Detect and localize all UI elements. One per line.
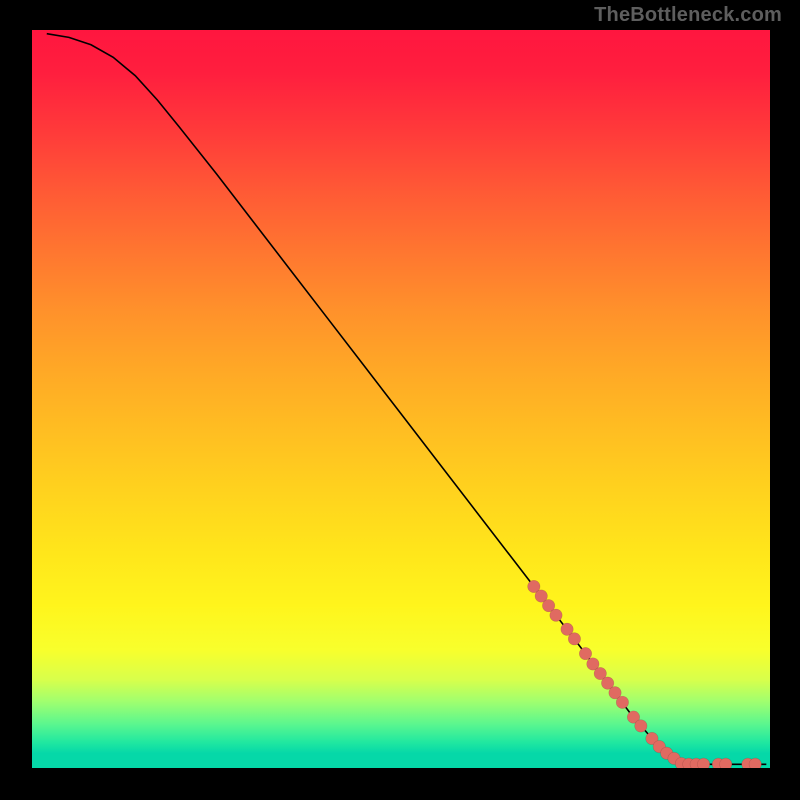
data-point [712, 758, 724, 768]
data-point [579, 647, 591, 659]
data-point [635, 720, 647, 732]
data-point [749, 758, 761, 768]
data-point [616, 696, 628, 708]
data-point [542, 599, 554, 611]
data-point [675, 757, 687, 768]
data-point [668, 752, 680, 764]
data-point [535, 590, 547, 602]
bottleneck-curve [47, 34, 767, 765]
data-point [697, 758, 709, 768]
data-point [742, 758, 754, 768]
data-point [653, 740, 665, 752]
data-point [609, 687, 621, 699]
data-point [660, 747, 672, 759]
data-point [528, 580, 540, 592]
data-point [683, 758, 695, 768]
data-point [627, 711, 639, 723]
data-point [568, 633, 580, 645]
data-point [561, 623, 573, 635]
plot-area [32, 30, 770, 768]
chart-overlay-svg [32, 30, 770, 768]
data-point [587, 658, 599, 670]
highlighted-points-group [528, 580, 762, 768]
chart-frame: TheBottleneck.com [0, 0, 800, 800]
data-point [646, 732, 658, 744]
data-point [720, 758, 732, 768]
data-point [594, 667, 606, 679]
watermark-text: TheBottleneck.com [594, 4, 782, 27]
data-point [690, 758, 702, 768]
data-point [601, 677, 613, 689]
data-point [550, 609, 562, 621]
